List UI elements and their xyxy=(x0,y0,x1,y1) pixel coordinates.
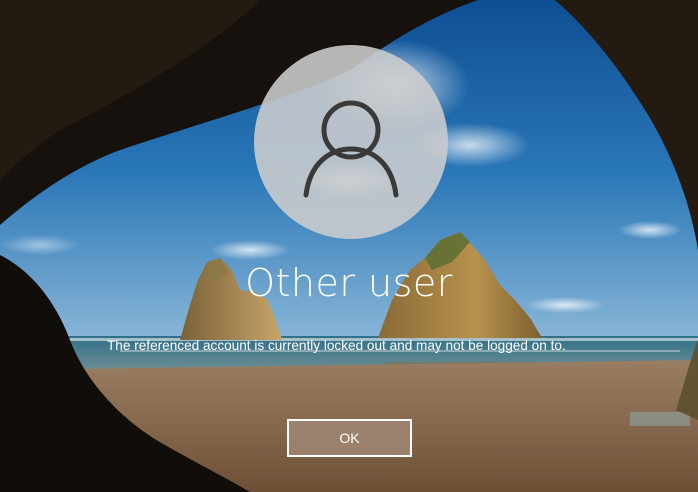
lock-screen: Other user The referenced account is cur… xyxy=(0,0,698,492)
user-avatar xyxy=(254,45,448,239)
lockout-message: The referenced account is currently lock… xyxy=(107,338,566,353)
user-name: Other user xyxy=(245,261,453,305)
user-silhouette-icon xyxy=(303,100,399,198)
ok-button[interactable]: OK xyxy=(287,419,412,457)
